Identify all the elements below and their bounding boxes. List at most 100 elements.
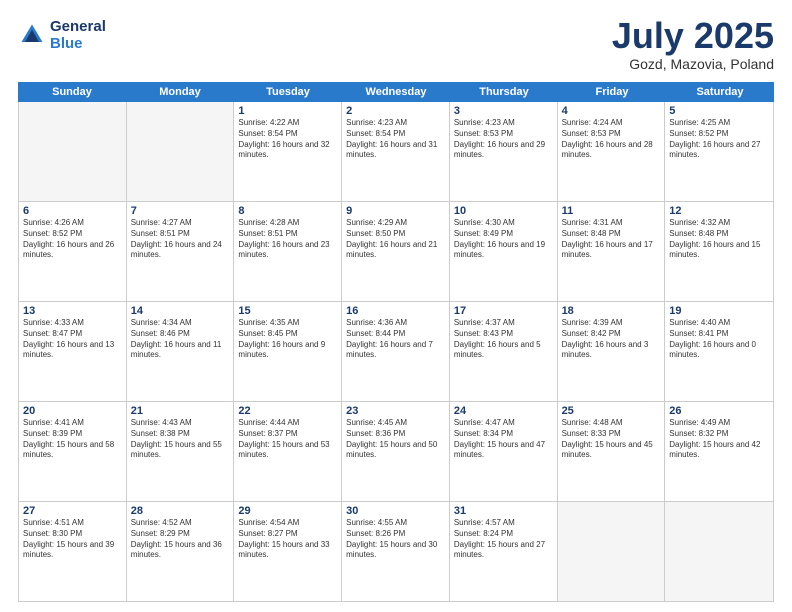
calendar-row-2: 13Sunrise: 4:33 AM Sunset: 8:47 PM Dayli… (19, 302, 773, 402)
day-number: 23 (346, 405, 445, 417)
cell-details: Sunrise: 4:27 AM Sunset: 8:51 PM Dayligh… (131, 218, 230, 261)
cell-details: Sunrise: 4:57 AM Sunset: 8:24 PM Dayligh… (454, 518, 553, 561)
day-number: 11 (562, 205, 661, 217)
calendar-cell: 23Sunrise: 4:45 AM Sunset: 8:36 PM Dayli… (342, 402, 450, 501)
day-number: 21 (131, 405, 230, 417)
day-number: 12 (669, 205, 769, 217)
cell-details: Sunrise: 4:44 AM Sunset: 8:37 PM Dayligh… (238, 418, 337, 461)
cell-details: Sunrise: 4:49 AM Sunset: 8:32 PM Dayligh… (669, 418, 769, 461)
day-number: 26 (669, 405, 769, 417)
day-number: 25 (562, 405, 661, 417)
calendar-cell (558, 502, 666, 601)
calendar-cell: 21Sunrise: 4:43 AM Sunset: 8:38 PM Dayli… (127, 402, 235, 501)
calendar-cell: 4Sunrise: 4:24 AM Sunset: 8:53 PM Daylig… (558, 102, 666, 201)
cell-details: Sunrise: 4:25 AM Sunset: 8:52 PM Dayligh… (669, 118, 769, 161)
calendar-cell: 2Sunrise: 4:23 AM Sunset: 8:54 PM Daylig… (342, 102, 450, 201)
calendar-cell: 24Sunrise: 4:47 AM Sunset: 8:34 PM Dayli… (450, 402, 558, 501)
day-number: 5 (669, 105, 769, 117)
day-number: 17 (454, 305, 553, 317)
calendar-row-1: 6Sunrise: 4:26 AM Sunset: 8:52 PM Daylig… (19, 202, 773, 302)
calendar-cell: 1Sunrise: 4:22 AM Sunset: 8:54 PM Daylig… (234, 102, 342, 201)
cell-details: Sunrise: 4:33 AM Sunset: 8:47 PM Dayligh… (23, 318, 122, 361)
day-number: 20 (23, 405, 122, 417)
logo-icon (18, 21, 46, 49)
cell-details: Sunrise: 4:40 AM Sunset: 8:41 PM Dayligh… (669, 318, 769, 361)
calendar-cell: 26Sunrise: 4:49 AM Sunset: 8:32 PM Dayli… (665, 402, 773, 501)
cell-details: Sunrise: 4:23 AM Sunset: 8:54 PM Dayligh… (346, 118, 445, 161)
calendar-cell (19, 102, 127, 201)
cell-details: Sunrise: 4:54 AM Sunset: 8:27 PM Dayligh… (238, 518, 337, 561)
cell-details: Sunrise: 4:51 AM Sunset: 8:30 PM Dayligh… (23, 518, 122, 561)
cell-details: Sunrise: 4:32 AM Sunset: 8:48 PM Dayligh… (669, 218, 769, 261)
day-number: 31 (454, 505, 553, 517)
day-number: 2 (346, 105, 445, 117)
day-number: 19 (669, 305, 769, 317)
day-number: 7 (131, 205, 230, 217)
cell-details: Sunrise: 4:45 AM Sunset: 8:36 PM Dayligh… (346, 418, 445, 461)
header-monday: Monday (126, 82, 234, 102)
calendar-cell (665, 502, 773, 601)
day-number: 3 (454, 105, 553, 117)
cell-details: Sunrise: 4:55 AM Sunset: 8:26 PM Dayligh… (346, 518, 445, 561)
calendar-cell: 6Sunrise: 4:26 AM Sunset: 8:52 PM Daylig… (19, 202, 127, 301)
calendar-body: 1Sunrise: 4:22 AM Sunset: 8:54 PM Daylig… (18, 102, 774, 602)
day-number: 1 (238, 105, 337, 117)
cell-details: Sunrise: 4:35 AM Sunset: 8:45 PM Dayligh… (238, 318, 337, 361)
calendar-cell: 17Sunrise: 4:37 AM Sunset: 8:43 PM Dayli… (450, 302, 558, 401)
day-number: 15 (238, 305, 337, 317)
cell-details: Sunrise: 4:31 AM Sunset: 8:48 PM Dayligh… (562, 218, 661, 261)
day-number: 6 (23, 205, 122, 217)
cell-details: Sunrise: 4:24 AM Sunset: 8:53 PM Dayligh… (562, 118, 661, 161)
day-number: 14 (131, 305, 230, 317)
calendar-cell: 13Sunrise: 4:33 AM Sunset: 8:47 PM Dayli… (19, 302, 127, 401)
cell-details: Sunrise: 4:23 AM Sunset: 8:53 PM Dayligh… (454, 118, 553, 161)
cell-details: Sunrise: 4:29 AM Sunset: 8:50 PM Dayligh… (346, 218, 445, 261)
header-saturday: Saturday (666, 82, 774, 102)
calendar-cell: 10Sunrise: 4:30 AM Sunset: 8:49 PM Dayli… (450, 202, 558, 301)
calendar-cell: 27Sunrise: 4:51 AM Sunset: 8:30 PM Dayli… (19, 502, 127, 601)
header-sunday: Sunday (18, 82, 126, 102)
header-thursday: Thursday (450, 82, 558, 102)
calendar-row-3: 20Sunrise: 4:41 AM Sunset: 8:39 PM Dayli… (19, 402, 773, 502)
calendar-cell: 11Sunrise: 4:31 AM Sunset: 8:48 PM Dayli… (558, 202, 666, 301)
day-number: 18 (562, 305, 661, 317)
calendar-cell: 5Sunrise: 4:25 AM Sunset: 8:52 PM Daylig… (665, 102, 773, 201)
calendar-header: Sunday Monday Tuesday Wednesday Thursday… (18, 82, 774, 102)
day-number: 30 (346, 505, 445, 517)
calendar-cell: 3Sunrise: 4:23 AM Sunset: 8:53 PM Daylig… (450, 102, 558, 201)
calendar-cell: 25Sunrise: 4:48 AM Sunset: 8:33 PM Dayli… (558, 402, 666, 501)
header-tuesday: Tuesday (234, 82, 342, 102)
cell-details: Sunrise: 4:39 AM Sunset: 8:42 PM Dayligh… (562, 318, 661, 361)
cell-details: Sunrise: 4:48 AM Sunset: 8:33 PM Dayligh… (562, 418, 661, 461)
day-number: 28 (131, 505, 230, 517)
calendar-cell: 30Sunrise: 4:55 AM Sunset: 8:26 PM Dayli… (342, 502, 450, 601)
cell-details: Sunrise: 4:52 AM Sunset: 8:29 PM Dayligh… (131, 518, 230, 561)
calendar-cell: 15Sunrise: 4:35 AM Sunset: 8:45 PM Dayli… (234, 302, 342, 401)
calendar-cell: 12Sunrise: 4:32 AM Sunset: 8:48 PM Dayli… (665, 202, 773, 301)
calendar: Sunday Monday Tuesday Wednesday Thursday… (18, 82, 774, 602)
calendar-cell: 7Sunrise: 4:27 AM Sunset: 8:51 PM Daylig… (127, 202, 235, 301)
location: Gozd, Mazovia, Poland (612, 56, 774, 72)
calendar-cell: 20Sunrise: 4:41 AM Sunset: 8:39 PM Dayli… (19, 402, 127, 501)
cell-details: Sunrise: 4:37 AM Sunset: 8:43 PM Dayligh… (454, 318, 553, 361)
calendar-cell: 19Sunrise: 4:40 AM Sunset: 8:41 PM Dayli… (665, 302, 773, 401)
day-number: 8 (238, 205, 337, 217)
cell-details: Sunrise: 4:41 AM Sunset: 8:39 PM Dayligh… (23, 418, 122, 461)
calendar-cell: 9Sunrise: 4:29 AM Sunset: 8:50 PM Daylig… (342, 202, 450, 301)
calendar-cell: 16Sunrise: 4:36 AM Sunset: 8:44 PM Dayli… (342, 302, 450, 401)
calendar-cell: 14Sunrise: 4:34 AM Sunset: 8:46 PM Dayli… (127, 302, 235, 401)
calendar-cell: 18Sunrise: 4:39 AM Sunset: 8:42 PM Dayli… (558, 302, 666, 401)
calendar-row-0: 1Sunrise: 4:22 AM Sunset: 8:54 PM Daylig… (19, 102, 773, 202)
cell-details: Sunrise: 4:22 AM Sunset: 8:54 PM Dayligh… (238, 118, 337, 161)
page: General Blue July 2025 Gozd, Mazovia, Po… (0, 0, 792, 612)
day-number: 4 (562, 105, 661, 117)
day-number: 16 (346, 305, 445, 317)
cell-details: Sunrise: 4:34 AM Sunset: 8:46 PM Dayligh… (131, 318, 230, 361)
day-number: 27 (23, 505, 122, 517)
calendar-cell: 22Sunrise: 4:44 AM Sunset: 8:37 PM Dayli… (234, 402, 342, 501)
day-number: 29 (238, 505, 337, 517)
calendar-cell: 29Sunrise: 4:54 AM Sunset: 8:27 PM Dayli… (234, 502, 342, 601)
calendar-cell: 31Sunrise: 4:57 AM Sunset: 8:24 PM Dayli… (450, 502, 558, 601)
cell-details: Sunrise: 4:36 AM Sunset: 8:44 PM Dayligh… (346, 318, 445, 361)
day-number: 24 (454, 405, 553, 417)
